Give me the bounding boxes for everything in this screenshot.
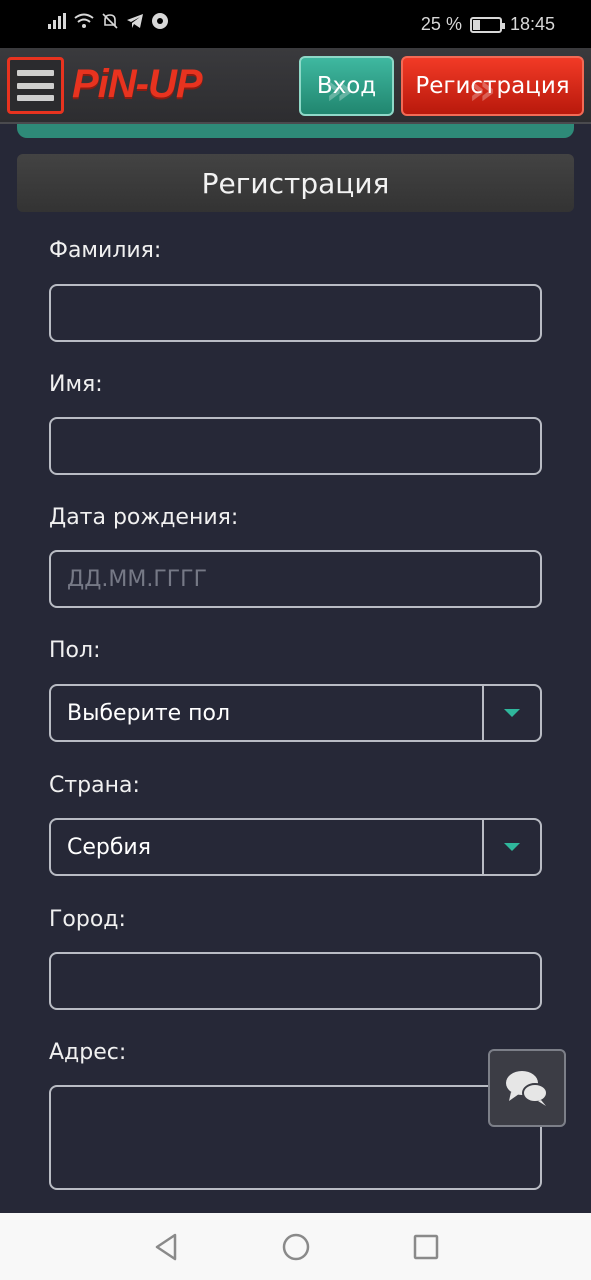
- gender-select[interactable]: Выберите пол: [49, 684, 542, 742]
- chevron-down-icon: [504, 843, 520, 851]
- chevron-down-icon: [504, 709, 520, 717]
- wifi-icon: [74, 13, 94, 28]
- collapsed-panel-strip[interactable]: [17, 124, 574, 138]
- country-dropdown-toggle[interactable]: [482, 820, 540, 874]
- system-nav-bar: [0, 1213, 591, 1280]
- settings-badge-icon: [152, 13, 168, 29]
- battery-level: [472, 19, 480, 30]
- login-button-label: Вход: [316, 73, 377, 99]
- back-button[interactable]: [146, 1227, 186, 1267]
- battery-icon: [469, 16, 505, 33]
- surname-label: Фамилия:: [49, 238, 162, 263]
- birthdate-field[interactable]: ДД.ММ.ГГГГ: [49, 550, 542, 608]
- register-button[interactable]: » Регистрация: [401, 56, 584, 116]
- register-button-label: Регистрация: [415, 73, 570, 99]
- gender-label: Пол:: [49, 638, 101, 663]
- country-select[interactable]: Сербия: [49, 818, 542, 876]
- menu-icon[interactable]: [7, 57, 64, 114]
- gender-dropdown-toggle[interactable]: [482, 686, 540, 740]
- status-bar: 25 % 18:45: [0, 0, 591, 48]
- birthdate-label: Дата рождения:: [49, 505, 239, 530]
- telegram-icon: [127, 14, 143, 28]
- form-title: Регистрация: [17, 154, 574, 212]
- recents-icon: [413, 1234, 438, 1259]
- signal-icon: [48, 13, 66, 29]
- country-label: Страна:: [49, 773, 140, 798]
- country-selected-value: Сербия: [67, 834, 151, 860]
- surname-field[interactable]: [49, 284, 542, 342]
- chat-bubbles-icon: [506, 1071, 548, 1106]
- battery-percentage: 25 %: [420, 14, 462, 34]
- login-button[interactable]: » Вход: [299, 56, 394, 116]
- city-field[interactable]: [49, 952, 542, 1010]
- address-label: Адрес:: [49, 1040, 127, 1065]
- recents-button[interactable]: [406, 1227, 446, 1267]
- city-label: Город:: [49, 907, 126, 932]
- home-icon: [282, 1233, 309, 1260]
- logo[interactable]: PiN-UP: [72, 62, 203, 107]
- bell-off-icon: [102, 13, 118, 29]
- address-field[interactable]: [49, 1085, 542, 1190]
- name-field[interactable]: [49, 417, 542, 475]
- clock: 18:45: [509, 14, 555, 34]
- gender-selected-value: Выберите пол: [67, 700, 231, 726]
- home-button[interactable]: [276, 1227, 316, 1267]
- back-icon: [155, 1233, 176, 1260]
- chat-button[interactable]: [488, 1049, 566, 1127]
- app-header: PiN-UP » Вход » Регистрация: [0, 48, 591, 124]
- name-label: Имя:: [49, 372, 103, 397]
